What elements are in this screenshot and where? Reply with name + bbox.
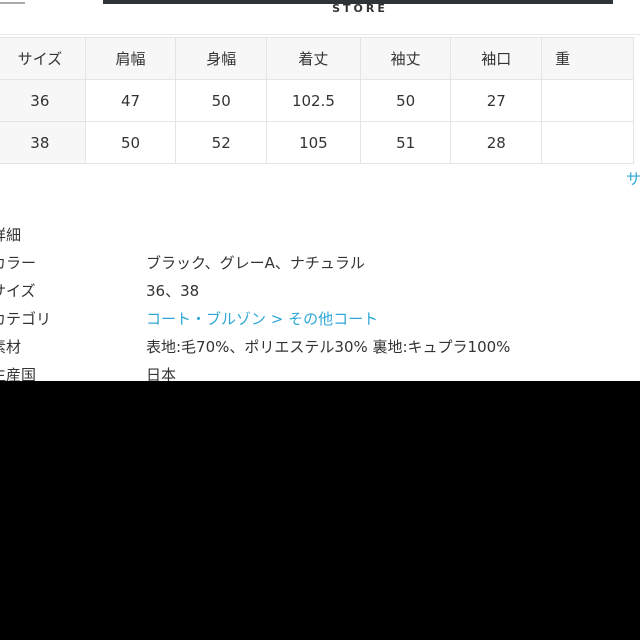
detail-value: 表地:毛70%、ポリエステル30% 裏地:キュプラ100% [146, 338, 511, 356]
table-row: 38 50 52 105 51 28 [0, 121, 634, 164]
table-row: 36 47 50 102.5 50 27 [0, 79, 634, 122]
detail-label: カテゴリ [0, 310, 52, 328]
size-guide-link[interactable]: サ [626, 168, 640, 189]
header-cell: 袖口 [450, 37, 543, 80]
header-cell: 重 [541, 37, 634, 80]
details-title: 詳細 [0, 226, 22, 244]
detail-value: 36、38 [146, 282, 200, 300]
table-cell: 52 [175, 121, 268, 164]
table-cell: 105 [266, 121, 361, 164]
size-table: サイズ 肩幅 身幅 着丈 袖丈 袖口 重 36 47 50 102.5 50 2… [0, 37, 634, 164]
detail-label: 素材 [0, 338, 22, 356]
table-cell: 36 [0, 79, 86, 122]
detail-label: サイズ [0, 282, 36, 300]
detail-label: カラー [0, 254, 37, 272]
table-cell: 27 [450, 79, 543, 122]
table-cell: 102.5 [266, 79, 361, 122]
table-cell [541, 79, 634, 122]
table-cell: 50 [175, 79, 268, 122]
header-cell: 袖丈 [359, 37, 452, 80]
table-cell: 50 [359, 79, 452, 122]
header-cell: サイズ [0, 37, 86, 80]
detail-value: ブラック、グレーA、ナチュラル [146, 254, 365, 272]
table-cell: 47 [84, 79, 177, 122]
category-link[interactable]: コート・ブルゾン > その他コート [146, 308, 378, 329]
store-logo: STORE [332, 2, 388, 15]
header-cell: 肩幅 [84, 37, 177, 80]
header-cell: 着丈 [266, 37, 361, 80]
divider [0, 34, 640, 35]
table-cell: 38 [0, 121, 86, 164]
table-cell: 28 [450, 121, 543, 164]
table-cell [541, 121, 634, 164]
table-cell: 50 [84, 121, 177, 164]
black-overlay [0, 381, 640, 640]
table-cell: 51 [359, 121, 452, 164]
table-header-row: サイズ 肩幅 身幅 着丈 袖丈 袖口 重 [0, 37, 634, 80]
header-cell: 身幅 [175, 37, 268, 80]
